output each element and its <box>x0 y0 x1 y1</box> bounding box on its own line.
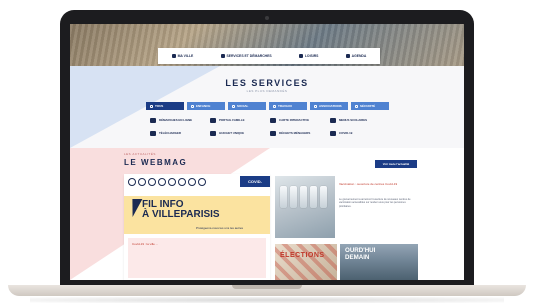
tab-travaux[interactable]: Travaux <box>269 102 307 110</box>
calendar-icon <box>345 54 350 58</box>
tab-social[interactable]: Social <box>228 102 266 110</box>
newspaper-illustration <box>275 244 337 280</box>
service-link[interactable]: Télécharger <box>150 131 210 136</box>
laptop-shadow <box>30 297 504 303</box>
service-link[interactable]: Menus scolaires <box>330 118 390 123</box>
vaccine-news-card[interactable]: Vaccination : ouverture de centres Covid… <box>335 176 415 238</box>
map-icon <box>270 118 276 123</box>
services-section: LES SERVICES LES PLUS DEMANDÉS Tous Enfa… <box>70 66 464 148</box>
shield-icon <box>355 104 358 108</box>
tab-label: Sécurité <box>360 104 376 108</box>
featured-footer: Covid-19 : la ville ... <box>128 238 266 278</box>
covid-badge: COVID- <box>240 176 270 187</box>
service-label: Carte interactive <box>279 117 310 122</box>
section-title: LES SERVICES <box>225 78 309 88</box>
featured-news-card[interactable]: COVID- FIL INFO À VILLEPARISIS Protégeon… <box>124 174 270 280</box>
tab-label: Associations <box>319 104 342 108</box>
image-text-line: DEMAIN <box>345 253 370 261</box>
service-filter-tabs: Tous Enfance Social Travaux Associations… <box>146 102 389 110</box>
vials-illustration <box>280 186 327 208</box>
section-title: LE WEBMAG <box>124 158 188 167</box>
tab-label: Enfance <box>196 104 211 108</box>
cough-icon <box>158 178 166 186</box>
nav-item-ma-ville[interactable]: Ma ville <box>171 54 194 58</box>
service-link[interactable]: Covid-19 <box>330 131 390 136</box>
service-label: Démarches en ligne <box>159 117 193 122</box>
service-label: Menus scolaires <box>339 117 368 122</box>
news-image-text: OURD'HUI DEMAIN <box>345 247 375 261</box>
distance-icon <box>148 178 156 186</box>
bike-icon <box>298 54 303 58</box>
tools-icon <box>273 104 276 108</box>
nav-label: Ma ville <box>177 54 194 58</box>
child-icon <box>191 104 194 108</box>
service-link[interactable]: Guichet unique <box>210 131 270 136</box>
laptop-icon <box>150 118 156 123</box>
no-handshake-icon <box>178 178 186 186</box>
tissue-icon <box>168 178 176 186</box>
laptop-frame: Ma ville Services et démarches Loisirs A… <box>0 0 534 307</box>
tab-enfance[interactable]: Enfance <box>187 102 225 110</box>
nav-item-agenda[interactable]: Agenda <box>345 54 367 58</box>
service-label: Guichet unique <box>219 130 245 135</box>
section-kicker: Les actualités <box>124 152 156 156</box>
news-excerpt: Le gouvernement a annoncé l'ouverture de… <box>339 198 411 208</box>
building-icon <box>171 54 176 58</box>
tab-label: Social <box>237 104 249 108</box>
service-label: Déchets ménagers <box>279 130 311 135</box>
service-label: Télécharger <box>159 130 182 135</box>
vial-icon <box>320 186 327 208</box>
see-all-news-button[interactable]: Voir toute l'actualité <box>375 160 417 168</box>
grid-icon <box>150 104 153 108</box>
vial-icon <box>300 186 307 208</box>
service-link[interactable]: Démarches en ligne <box>150 118 210 123</box>
laptop-notch <box>232 285 302 289</box>
news-title: Vaccination : ouverture de centres Covid… <box>339 182 398 186</box>
document-icon <box>220 54 225 58</box>
service-link[interactable]: Déchets ménagers <box>270 131 330 136</box>
service-links-grid: Démarches en ligne Portail famille Carte… <box>150 118 390 136</box>
service-label: Portail famille <box>219 117 245 122</box>
webmag-section: Les actualités LE WEBMAG Voir toute l'ac… <box>70 148 464 280</box>
featured-caption: Protégeons-nous les uns les autres <box>196 226 244 230</box>
headline-line: À VILLEPARISIS <box>142 209 220 220</box>
camera-icon <box>265 16 269 20</box>
featured-footer-text: Covid-19 : la ville ... <box>132 242 159 246</box>
vial-icon <box>290 186 297 208</box>
top-navigation: Ma ville Services et démarches Loisirs A… <box>158 48 380 64</box>
service-link[interactable]: Carte interactive <box>270 118 330 123</box>
featured-headline: FIL INFO À VILLEPARISIS <box>142 200 220 220</box>
website-screen: Ma ville Services et démarches Loisirs A… <box>70 24 464 280</box>
vial-icon <box>280 186 287 208</box>
tab-associations[interactable]: Associations <box>310 102 348 110</box>
handshake-icon <box>314 104 317 108</box>
nav-label: Agenda <box>351 54 367 58</box>
vial-icon <box>310 186 317 208</box>
virus-icon <box>330 131 336 136</box>
news-image-text: ÉLECTIONS <box>280 252 325 259</box>
tab-tous[interactable]: Tous <box>146 102 184 110</box>
bag-icon <box>210 131 216 136</box>
tab-label: Travaux <box>278 104 293 108</box>
nav-label: Services et démarches <box>226 54 272 58</box>
tab-securite[interactable]: Sécurité <box>351 102 389 110</box>
service-link[interactable]: Portail famille <box>210 118 270 123</box>
nav-item-loisirs[interactable]: Loisirs <box>298 54 319 58</box>
nav-item-services[interactable]: Services et démarches <box>220 54 272 58</box>
app-icon <box>198 178 206 186</box>
sanitary-icons-row <box>128 178 206 186</box>
handwash-icon <box>138 178 146 186</box>
recycle-icon <box>270 131 276 136</box>
cutlery-icon <box>330 118 336 123</box>
tab-label: Tous <box>155 104 164 108</box>
nav-label: Loisirs <box>304 54 319 58</box>
download-icon <box>150 131 156 136</box>
people-icon <box>232 104 235 108</box>
family-icon <box>210 118 216 123</box>
section-subtitle: LES PLUS DEMANDÉS <box>246 89 288 93</box>
service-label: Covid-19 <box>339 130 353 135</box>
hero-banner: Ma ville Services et démarches Loisirs A… <box>70 24 464 66</box>
mask-icon <box>128 178 136 186</box>
ventilate-icon <box>188 178 196 186</box>
